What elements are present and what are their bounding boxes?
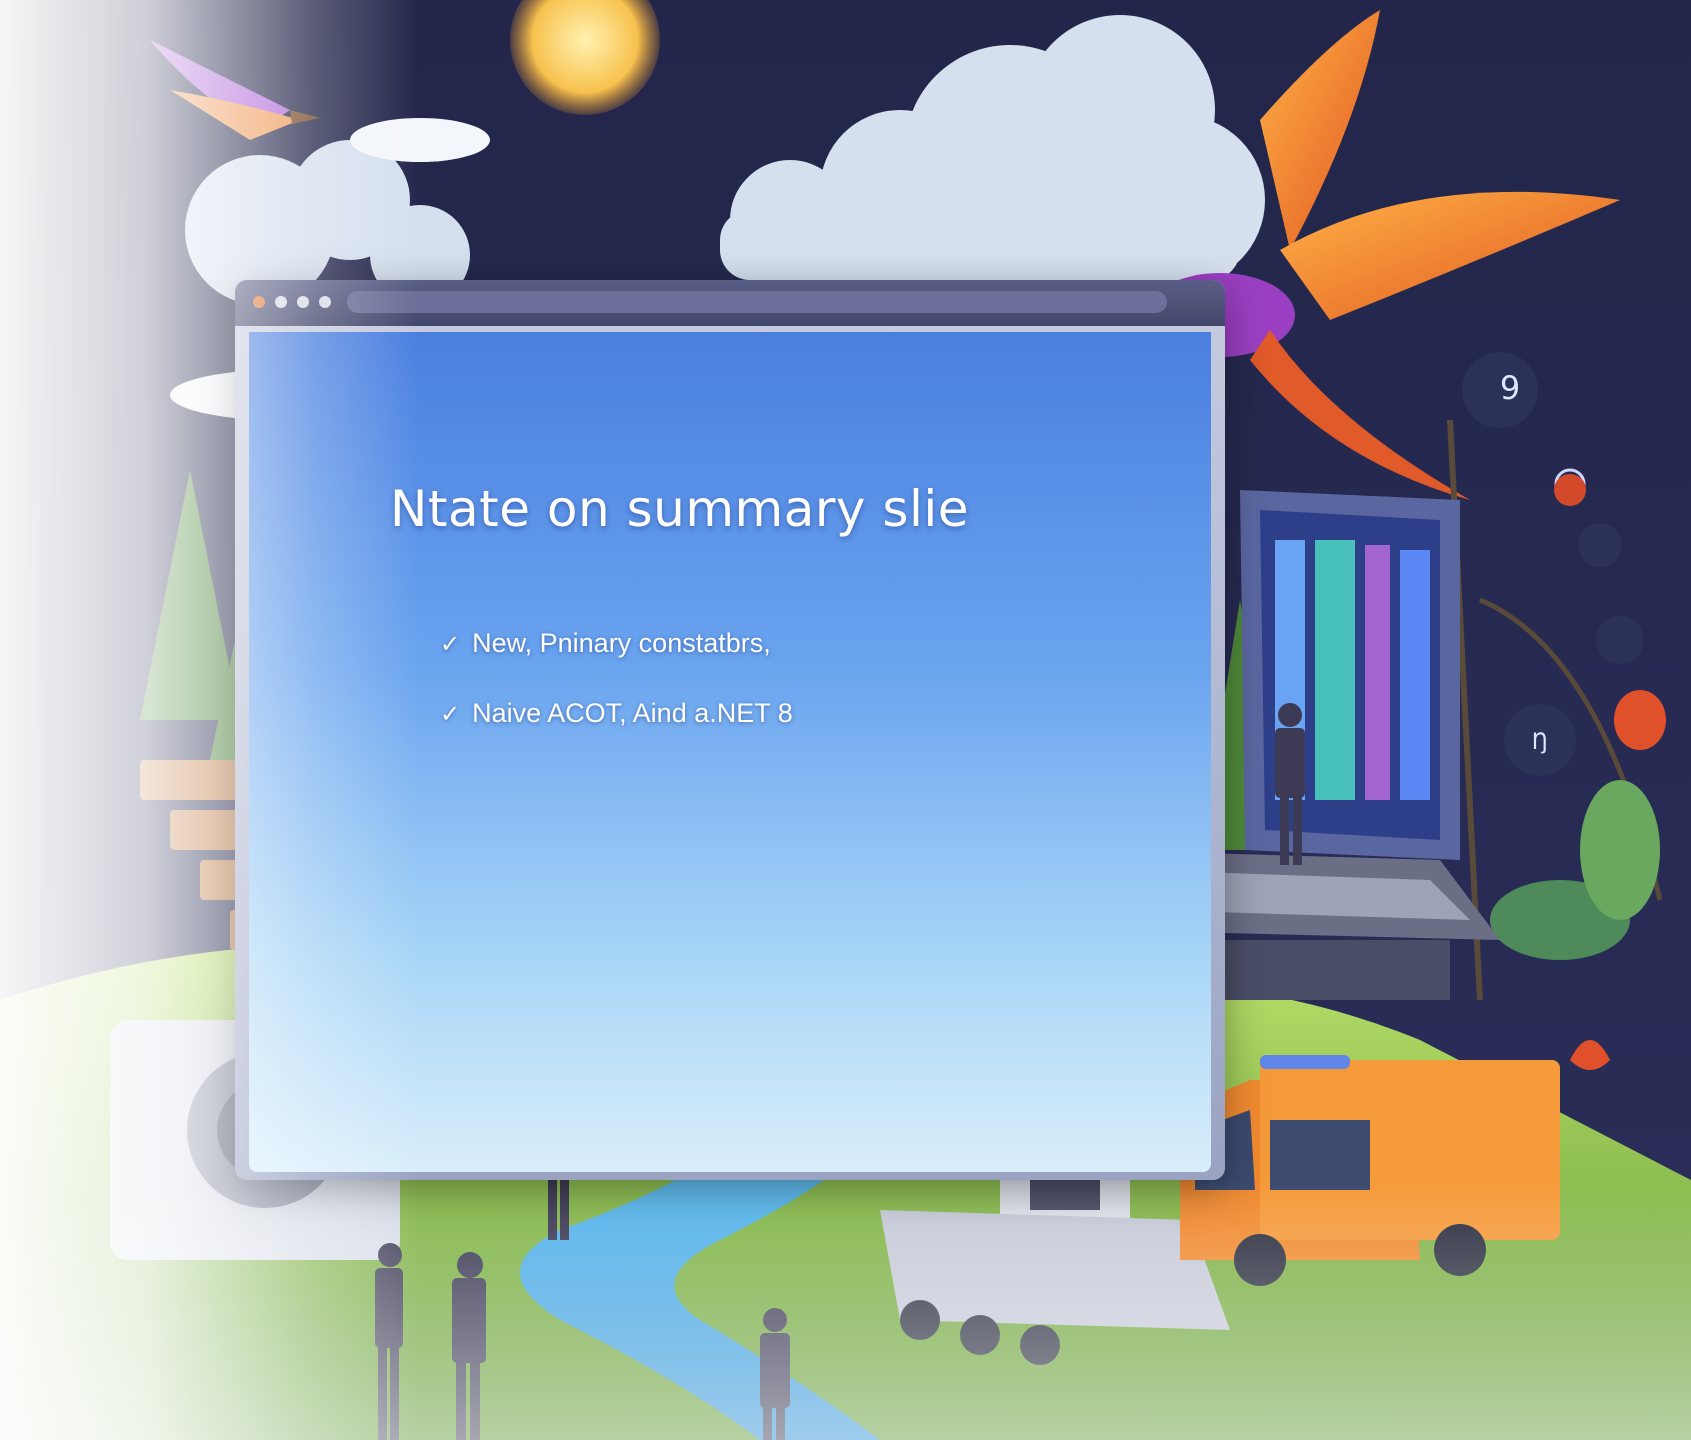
badge-icon: Ŋ: [1520, 722, 1560, 762]
bullet-text: Naive ACOT, Aind a.NET 8: [472, 698, 793, 728]
address-bar[interactable]: [347, 291, 1167, 313]
badge-icon: 9: [1499, 369, 1521, 407]
browser-window: [235, 280, 1225, 1180]
window-menu-dot[interactable]: [319, 296, 331, 308]
bullet-item: ✓ Naive ACOT, Aind a.NET 8: [440, 698, 793, 729]
window-maximize-button[interactable]: [297, 296, 309, 308]
window-titlebar: [235, 280, 1225, 326]
window-close-button[interactable]: [253, 296, 265, 308]
bullet-item: ✓ New, Pninary constatbrs,: [440, 628, 771, 659]
checkmark-icon: ✓: [440, 701, 461, 728]
bullet-text: New, Pninary constatbrs,: [472, 628, 771, 658]
checkmark-icon: ✓: [440, 631, 461, 658]
slide-title: Ntate on summary slie: [390, 480, 970, 538]
slide-screen: [249, 332, 1211, 1172]
window-minimize-button[interactable]: [275, 296, 287, 308]
